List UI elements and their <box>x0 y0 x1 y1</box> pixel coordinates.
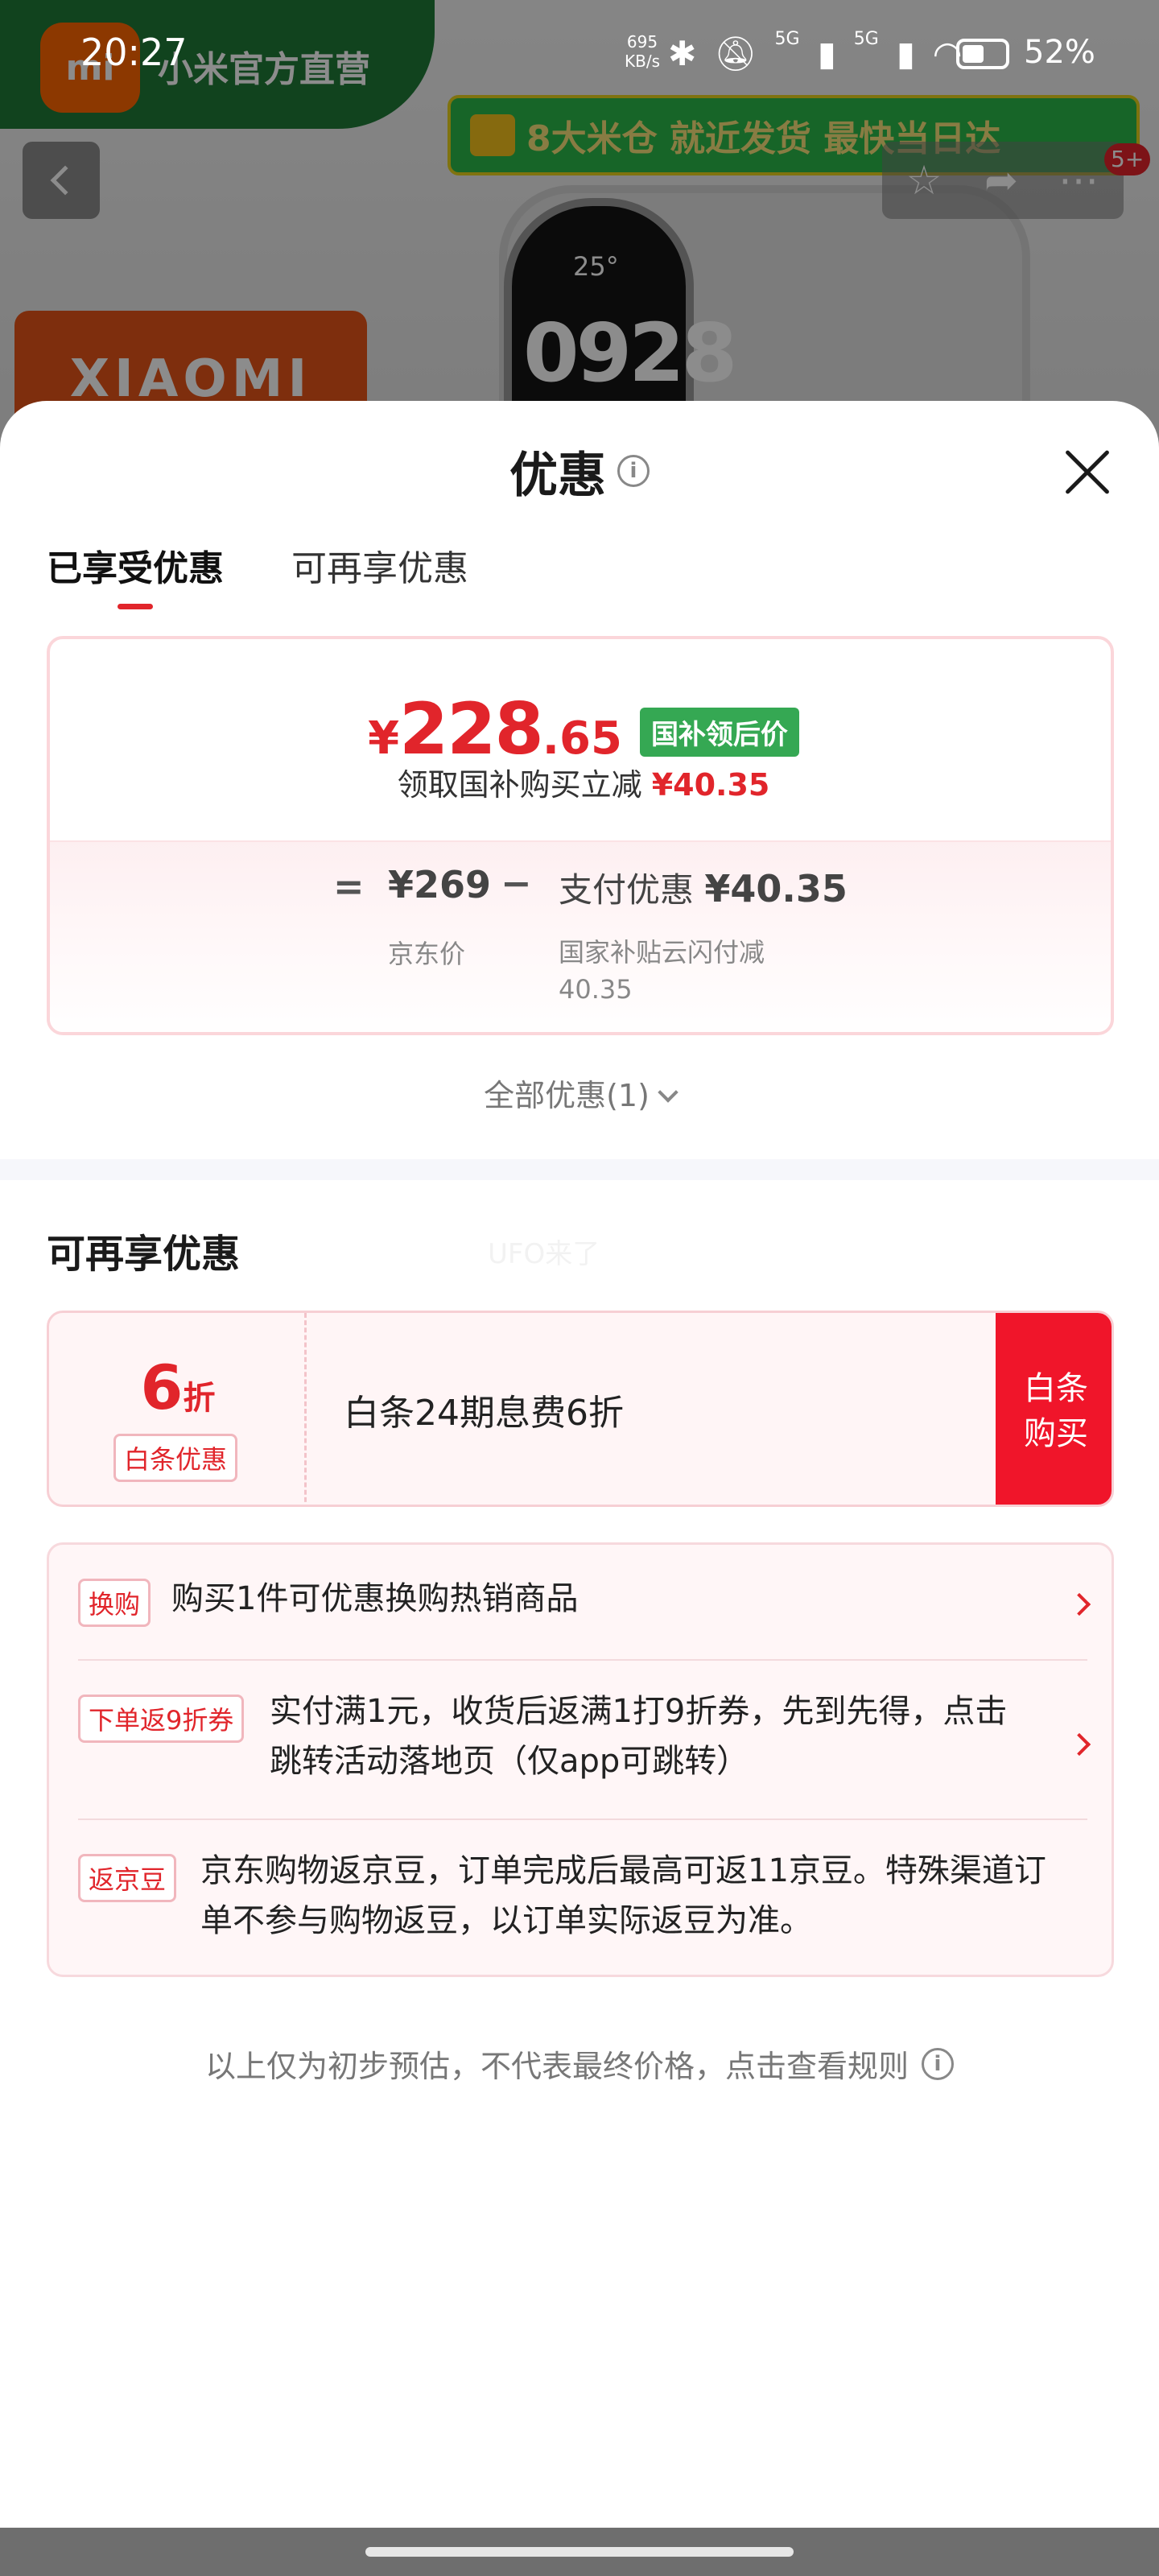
offer-tabs: 已享受优惠 可再享优惠 <box>47 539 468 609</box>
base-price-label: 京东价 <box>388 939 466 969</box>
coupon-discount: 6折 <box>49 1352 307 1423</box>
net-speed-value: 695 <box>626 32 658 52</box>
promo-tag: 换购 <box>78 1579 151 1627</box>
promo-text-line1: 京东购物返京豆，订单完成后最高可返11京豆。特殊渠道订 <box>200 1852 1046 1889</box>
signal-icon-1: 5G <box>774 29 800 49</box>
claim-text: 领取国补购买立减 <box>397 767 642 803</box>
close-button[interactable] <box>1062 448 1112 497</box>
mute-bell-icon: 🔕︎ <box>714 34 757 73</box>
home-gesture-bar[interactable] <box>365 2547 794 2557</box>
pay-discount-desc: 国家补贴云闪付减 40.35 <box>559 934 832 1008</box>
buy-label-line1: 白条 <box>1024 1370 1088 1407</box>
pay-discount: 支付优惠 ¥40.35 <box>559 863 848 912</box>
status-bar: 20:27 695 KB/s ✱ 🔕︎ 5G ▮ 5G ▮ ◠ 52% <box>0 0 1159 109</box>
battery-icon <box>956 39 1009 69</box>
status-icons: ✱ 🔕︎ 5G ▮ 5G ▮ ◠ <box>668 29 963 74</box>
info-icon: i <box>922 2047 954 2080</box>
sheet-header: 优惠 i <box>0 435 1159 507</box>
sheet-title: 优惠 <box>509 447 606 504</box>
pay-discount-amount: ¥40.35 <box>704 867 848 910</box>
chevron-down-icon <box>658 1082 678 1103</box>
net-speed-unit: KB/s <box>625 52 660 71</box>
tab-enjoyed[interactable]: 已享受优惠 <box>47 539 224 609</box>
claim-row: 领取国补购买立减 ¥40.35 <box>50 760 1111 804</box>
coupon-left: 6折 白条优惠 <box>49 1313 307 1505</box>
promo-row-jingdou: 返京豆 京东购物返京豆，订单完成后最高可返11京豆。特殊渠道订 单不参与购物返豆… <box>78 1852 1087 1959</box>
watermark: UFO来了 <box>488 1238 600 1270</box>
promo-text-line1: 实付满1元，收货后返满1打9折券，先到先得，点击 <box>270 1693 1008 1730</box>
baitiao-buy-button[interactable]: 白条 购买 <box>996 1313 1112 1505</box>
price-currency: ¥ <box>368 712 400 765</box>
promo-separator <box>78 1659 1087 1661</box>
signal-bars-icon: ▮ <box>817 34 836 73</box>
available-section-title: 可再享优惠 <box>47 1232 241 1277</box>
chevron-right-icon <box>1067 1592 1091 1616</box>
enjoyed-offer-card: ¥ 228 .65 国补领后价 领取国补购买立减 ¥40.35 = ¥269 − … <box>47 636 1114 1035</box>
claim-amount: ¥40.35 <box>651 767 770 803</box>
info-icon[interactable]: i <box>617 455 650 487</box>
promo-text: 京东购物返京豆，订单完成后最高可返11京豆。特殊渠道订 单不参与购物返豆，以订单… <box>200 1846 1046 1946</box>
pay-discount-desc-text: 国家补贴云闪付减 <box>559 937 765 968</box>
signal-bars-icon: ▮ <box>896 34 915 73</box>
all-offers-toggle[interactable]: 全部优惠(1) <box>0 1071 1159 1115</box>
coupon-discount-number: 6 <box>140 1352 184 1423</box>
price-breakdown: = ¥269 − 支付优惠 ¥40.35 京东价 国家补贴云闪付减 40.35 <box>50 840 1111 1032</box>
rules-note-text: 以上仅为初步预估，不代表最终价格，点击查看规则 <box>204 2049 909 2084</box>
minus-sign: − <box>501 861 532 905</box>
promo-row-exchange[interactable]: 换购 购买1件可优惠换购热销商品 <box>78 1579 1091 1635</box>
promo-text: 购买1件可优惠换购热销商品 <box>171 1580 579 1617</box>
coupon-tag: 白条优惠 <box>113 1434 238 1482</box>
base-price: ¥269 <box>388 863 492 906</box>
status-time: 20:27 <box>80 31 188 74</box>
tab-available[interactable]: 可再享优惠 <box>291 539 468 591</box>
battery-percent: 52% <box>1024 34 1095 71</box>
promo-text-line2: 单不参与购物返豆，以订单实际返豆为准。 <box>200 1902 812 1939</box>
coupon-description: 白条24期息费6折 <box>344 1393 624 1434</box>
bluetooth-icon: ✱ <box>668 34 697 73</box>
price-decimal: .65 <box>542 712 622 765</box>
all-offers-label: 全部优惠(1) <box>484 1078 650 1113</box>
pay-discount-label: 支付优惠 <box>559 870 695 910</box>
signal-icon-2: 5G <box>853 29 879 49</box>
promo-separator <box>78 1818 1087 1820</box>
baitiao-coupon[interactable]: 6折 白条优惠 白条24期息费6折 白条 购买 <box>47 1311 1114 1507</box>
section-divider <box>0 1159 1159 1180</box>
promotion-list: 换购 购买1件可优惠换购热销商品 下单返9折券 实付满1元，收货后返满1打9折券… <box>47 1542 1114 1977</box>
discount-sheet: 优惠 i 已享受优惠 可再享优惠 ¥ 228 .65 国补领后价 领取国补购买立… <box>0 401 1159 2528</box>
system-nav-bar <box>0 2528 1159 2576</box>
final-price: ¥ 228 .65 国补领后价 <box>50 687 1111 770</box>
chevron-right-icon <box>1067 1732 1091 1757</box>
pay-discount-desc-amount: 40.35 <box>559 974 633 1005</box>
subsidy-price-tag: 国补领后价 <box>639 708 799 757</box>
promo-text-line2: 跳转活动落地页（仅app可跳转） <box>270 1743 749 1780</box>
buy-label-line2: 购买 <box>1024 1415 1088 1452</box>
promo-text: 实付满1元，收货后返满1打9折券，先到先得，点击 跳转活动落地页（仅app可跳转… <box>270 1686 1007 1786</box>
coupon-discount-unit: 折 <box>183 1380 216 1417</box>
equals-sign: = <box>333 865 365 908</box>
promo-row-coupon-return[interactable]: 下单返9折券 实付满1元，收货后返满1打9折券，先到先得，点击 跳转活动落地页（… <box>78 1693 1091 1799</box>
price-integer: 228 <box>399 687 544 770</box>
rules-note[interactable]: 以上仅为初步预估，不代表最终价格，点击查看规则 i <box>0 2041 1159 2086</box>
net-speed: 695 KB/s <box>625 32 660 71</box>
promo-tag: 下单返9折券 <box>78 1695 245 1743</box>
promo-tag: 返京豆 <box>78 1854 177 1902</box>
